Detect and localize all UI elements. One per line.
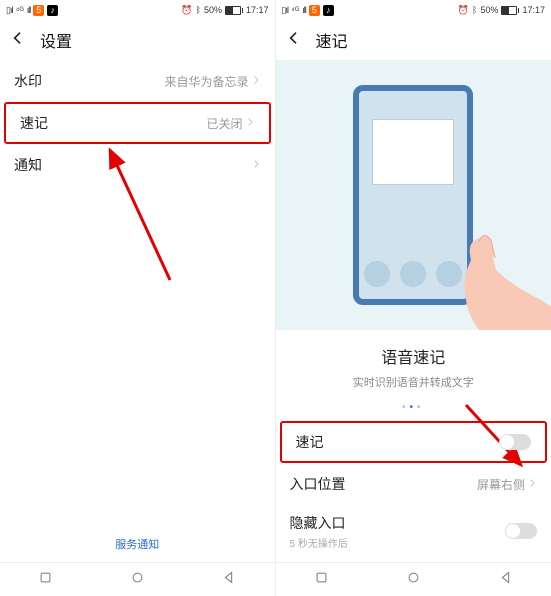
status-left: ▯ıl ⁴ᴳ ıll 5 ♪ xyxy=(282,5,334,16)
nav-back-icon[interactable] xyxy=(498,570,513,590)
toggle-switch[interactable] xyxy=(499,434,531,450)
nav-home-icon[interactable] xyxy=(406,570,421,590)
signal-icon-2: ıll xyxy=(27,5,31,15)
nav-bar xyxy=(276,562,551,596)
status-right: ⏰ ᛒ 50% 17:17 xyxy=(181,5,268,16)
item-value: 来自华为备忘录 xyxy=(164,73,248,90)
item-label: 通知 xyxy=(14,155,42,175)
nav-bar xyxy=(0,562,275,596)
left-phone-screen: ▯ıl ⁴ᴳ ıll 5 ♪ ⏰ ᛒ 50% 17:17 设置 水印 xyxy=(0,0,276,596)
app-badge-icon: 5 xyxy=(309,5,320,16)
clock-text: 17:17 xyxy=(522,5,545,15)
network-icon: ⁴ᴳ xyxy=(291,5,299,15)
settings-item-quicknote[interactable]: 速记 已关闭 xyxy=(4,102,271,144)
status-bar: ▯ıl ⁴ᴳ ıll 5 ♪ ⏰ ᛒ 50% 17:17 xyxy=(0,0,275,20)
back-icon[interactable] xyxy=(286,30,302,51)
signal-icon: ▯ıl xyxy=(6,5,12,16)
nav-recent-icon[interactable] xyxy=(314,570,329,590)
network-icon: ⁴ᴳ xyxy=(15,5,23,15)
chevron-right-icon xyxy=(251,158,261,172)
item-value: 屏幕右侧 xyxy=(477,476,525,493)
item-label: 隐藏入口 xyxy=(290,513,348,533)
toggle-switch[interactable] xyxy=(505,523,537,539)
back-icon[interactable] xyxy=(10,30,26,51)
chevron-right-icon xyxy=(245,116,255,130)
bluetooth-icon: ᛒ xyxy=(472,5,477,15)
bluetooth-icon: ᛒ xyxy=(196,5,201,15)
header: 设置 xyxy=(0,20,275,60)
phone-graphic-screen xyxy=(372,119,454,185)
alarm-icon: ⏰ xyxy=(458,5,469,16)
nav-recent-icon[interactable] xyxy=(38,570,53,590)
item-label: 入口位置 xyxy=(290,474,346,494)
signal-icon: ▯ıl xyxy=(282,5,288,16)
signal-icon-2: ıll xyxy=(302,5,306,15)
feature-title: 语音速记 xyxy=(276,344,551,368)
settings-item-hide-entry[interactable]: 隐藏入口 5 秒无操作后 xyxy=(276,505,551,557)
right-phone-screen: ▯ıl ⁴ᴳ ıll 5 ♪ ⏰ ᛒ 50% 17:17 速记 xyxy=(276,0,551,596)
status-right: ⏰ ᛒ 50% 17:17 xyxy=(458,5,545,16)
hand-icon xyxy=(411,190,551,330)
settings-item-notify[interactable]: 通知 xyxy=(0,144,275,186)
status-left: ▯ıl ⁴ᴳ ıll 5 ♪ xyxy=(6,5,58,16)
settings-item-quicknote-toggle[interactable]: 速记 xyxy=(280,421,548,463)
battery-icon xyxy=(501,6,519,15)
app-badge-icon-2: ♪ xyxy=(323,5,334,16)
status-bar: ▯ıl ⁴ᴳ ıll 5 ♪ ⏰ ᛒ 50% 17:17 xyxy=(276,0,551,20)
header: 速记 xyxy=(276,20,551,60)
battery-text: 50% xyxy=(204,5,222,15)
feature-subtitle: 实时识别语音并转成文字 xyxy=(276,374,551,390)
page-title: 速记 xyxy=(316,28,348,52)
feature-illustration xyxy=(276,60,551,330)
footer-link[interactable]: 服务通知 xyxy=(0,526,275,562)
clock-text: 17:17 xyxy=(246,5,269,15)
item-sublabel: 5 秒无操作后 xyxy=(290,535,348,550)
chevron-right-icon xyxy=(527,477,537,491)
item-value: 已关闭 xyxy=(206,115,242,132)
item-label: 速记 xyxy=(296,432,324,452)
settings-item-watermark[interactable]: 水印 来自华为备忘录 xyxy=(0,60,275,102)
item-label: 速记 xyxy=(20,113,48,133)
settings-item-entry-position[interactable]: 入口位置 屏幕右侧 xyxy=(276,463,551,505)
phone-graphic-button xyxy=(364,261,390,287)
battery-icon xyxy=(225,6,243,15)
app-badge-icon-2: ♪ xyxy=(47,5,58,16)
chevron-right-icon xyxy=(251,74,261,88)
app-badge-icon: 5 xyxy=(33,5,44,16)
nav-back-icon[interactable] xyxy=(221,570,236,590)
alarm-icon: ⏰ xyxy=(181,5,192,16)
nav-home-icon[interactable] xyxy=(130,570,145,590)
page-dots: ••• xyxy=(276,402,551,413)
battery-text: 50% xyxy=(480,5,498,15)
item-label: 水印 xyxy=(14,71,42,91)
page-title: 设置 xyxy=(40,28,72,52)
